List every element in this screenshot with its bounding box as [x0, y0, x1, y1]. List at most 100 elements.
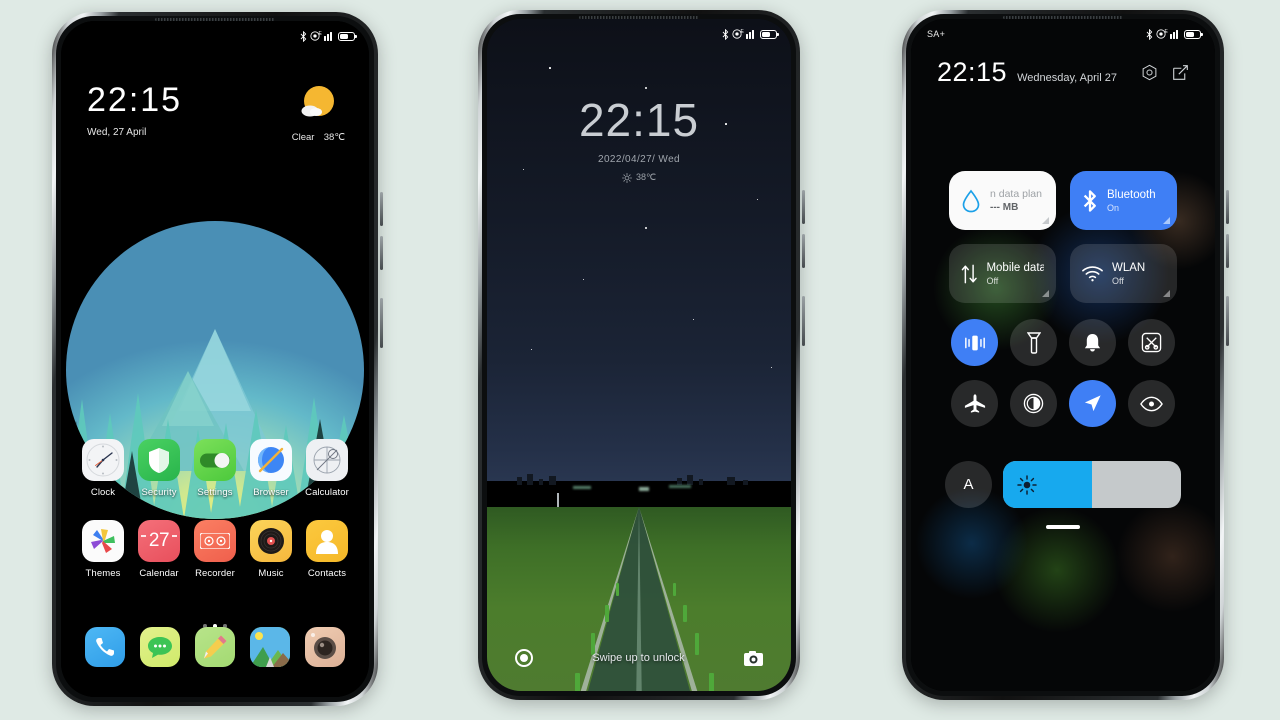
app-browser[interactable]: Browser — [243, 439, 299, 498]
calculator-icon — [306, 439, 348, 481]
notes-pencil-icon[interactable] — [194, 627, 235, 667]
app-calendar[interactable]: 27 Calendar — [131, 520, 187, 579]
app-label: Music — [258, 568, 284, 579]
app-calculator[interactable]: Calculator — [299, 439, 355, 498]
toggle-reading-mode[interactable] — [1128, 380, 1175, 427]
volume-up-button[interactable] — [802, 190, 805, 224]
cc-date: Wednesday, April 27 — [1017, 72, 1117, 84]
location-arrow-icon — [1084, 395, 1101, 412]
bell-icon — [1084, 333, 1101, 352]
app-security[interactable]: Security — [131, 439, 187, 498]
volume-down-button[interactable] — [380, 236, 383, 270]
control-center-header: 22:15 Wednesday, April 27 — [911, 59, 1215, 86]
tile-expand-corner[interactable] — [1042, 217, 1049, 224]
app-label: Browser — [253, 487, 289, 498]
toggle-icon — [194, 439, 236, 481]
lock-clock-widget: 22:15 2022/04/27/ Wed 38℃ — [487, 97, 791, 183]
app-clock[interactable]: Clock — [75, 439, 131, 498]
tile-title: Bluetooth — [1107, 188, 1156, 201]
lock-temperature: 38℃ — [635, 172, 657, 182]
tile-mobile-data[interactable]: Mobile data Off — [949, 244, 1056, 303]
swipe-hint: Swipe up to unlock — [592, 652, 685, 664]
earpiece-grille — [1003, 16, 1123, 19]
dock — [61, 627, 369, 667]
bluetooth-icon — [1146, 28, 1152, 40]
app-settings[interactable]: Settings — [187, 439, 243, 498]
brightness-sun-icon — [1003, 461, 1050, 508]
airplane-icon — [964, 394, 985, 413]
phone-control-center: SA+ E 22:15 Wednesday, April 27 n data p… — [902, 10, 1229, 700]
camera-icon[interactable] — [744, 650, 763, 666]
lock-weather: 38℃ — [487, 172, 791, 183]
volume-down-button[interactable] — [802, 234, 805, 268]
volume-down-button[interactable] — [1226, 234, 1229, 268]
toggle-airplane-mode[interactable] — [951, 380, 998, 427]
signal-e-icon: E — [1165, 29, 1181, 39]
cc-time: 22:15 — [937, 57, 1008, 87]
volume-up-button[interactable] — [380, 192, 383, 226]
edit-icon[interactable] — [1172, 64, 1189, 81]
home-clock-time: 22:15 — [87, 81, 183, 119]
volume-up-button[interactable] — [1226, 190, 1229, 224]
scissors-screenshot-icon — [1141, 332, 1162, 353]
brightness-slider[interactable] — [1003, 461, 1181, 508]
toggle-flashlight[interactable] — [1010, 319, 1057, 366]
app-label: Contacts — [307, 568, 347, 579]
signal-e-icon: E — [319, 31, 335, 41]
messages-icon[interactable] — [139, 627, 180, 667]
auto-brightness-button[interactable]: A — [945, 461, 992, 508]
network-mode-label: SA+ — [927, 29, 946, 39]
toggle-dark-mode[interactable] — [1010, 380, 1057, 427]
settings-hex-icon[interactable] — [1141, 64, 1158, 81]
tile-title: n data plan — [990, 188, 1042, 200]
quick-toggles — [911, 319, 1215, 427]
wifi-icon — [1082, 265, 1103, 281]
toggle-screenshot[interactable] — [1128, 319, 1175, 366]
app-themes[interactable]: Themes — [75, 520, 131, 579]
power-button[interactable] — [802, 296, 805, 346]
eye-icon — [1140, 396, 1163, 411]
flashlight-icon[interactable] — [515, 649, 533, 667]
toggle-vibrate[interactable] — [951, 319, 998, 366]
battery-icon — [1184, 29, 1203, 39]
phone-icon[interactable] — [84, 627, 125, 667]
phone-lock-screen: E 22:15 2022/04/27/ Wed 38℃ Swipe up to … — [478, 10, 805, 700]
camera-icon[interactable] — [305, 627, 346, 667]
calendar-day: 27 — [148, 530, 170, 551]
weather-temperature: 38℃ — [323, 132, 345, 143]
bluetooth-icon — [300, 30, 306, 42]
sun-cloud-icon — [301, 86, 335, 117]
app-contacts[interactable]: Contacts — [299, 520, 355, 579]
home-clock-widget[interactable]: 22:15 Wed, 27 April — [87, 83, 182, 138]
tile-wlan[interactable]: WLAN Off — [1070, 244, 1177, 303]
toggle-ringer[interactable] — [1069, 319, 1116, 366]
data-drop-icon — [962, 189, 980, 212]
app-music[interactable]: Music — [243, 520, 299, 579]
phone1-status-bar: E — [61, 21, 369, 51]
tile-title: Mobile data — [986, 261, 1044, 274]
sun-icon — [621, 172, 632, 183]
city-skyline-icon — [517, 474, 748, 485]
power-button[interactable] — [1226, 296, 1229, 346]
tile-subtitle: Off — [1112, 275, 1124, 286]
tile-data-plan[interactable]: n data plan --- MB — [949, 171, 1056, 230]
home-weather-widget[interactable]: Clear 38℃ — [292, 83, 345, 143]
tile-expand-corner[interactable] — [1042, 290, 1049, 297]
phone3-screen: SA+ E 22:15 Wednesday, April 27 n data p… — [911, 19, 1215, 691]
phone3-status-bar: SA+ E — [911, 19, 1215, 49]
gallery-icon[interactable] — [250, 627, 291, 667]
control-center-drag-handle[interactable] — [1046, 525, 1080, 529]
earpiece-grille — [579, 16, 699, 19]
clock-icon — [82, 439, 124, 481]
tile-title: WLAN — [1112, 261, 1146, 274]
power-button[interactable] — [380, 298, 383, 348]
tile-expand-corner[interactable] — [1163, 290, 1170, 297]
browser-icon — [250, 439, 292, 481]
tile-subtitle: On — [1107, 202, 1120, 213]
lock-time: 22:15 — [578, 94, 700, 146]
toggle-location[interactable] — [1069, 380, 1116, 427]
earpiece-grille — [155, 18, 275, 21]
app-recorder[interactable]: Recorder — [187, 520, 243, 579]
tile-bluetooth[interactable]: Bluetooth On — [1070, 171, 1177, 230]
tile-expand-corner[interactable] — [1163, 217, 1170, 224]
